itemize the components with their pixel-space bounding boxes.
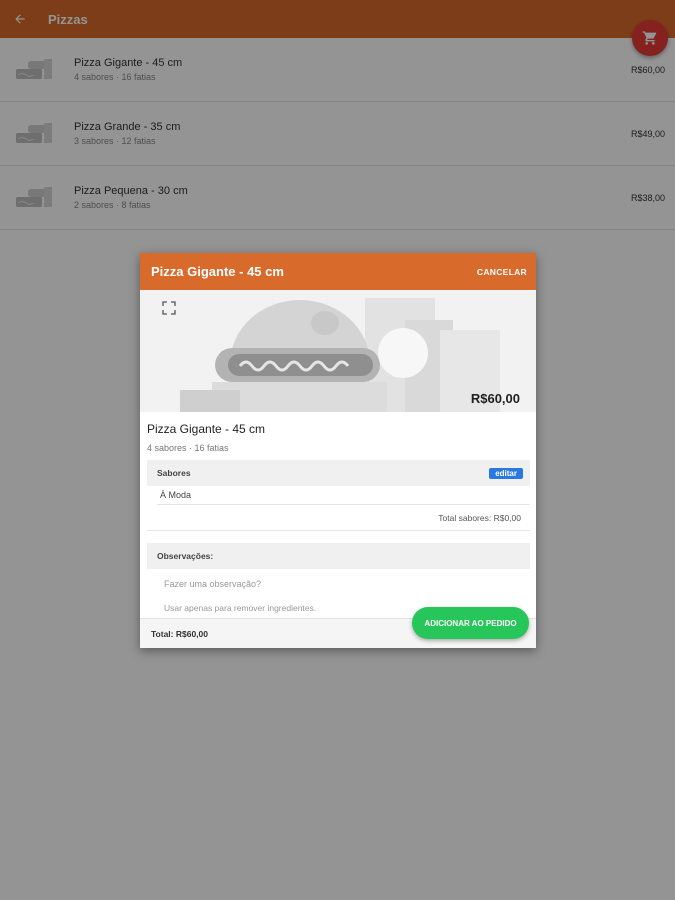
expand-icon[interactable] [162, 301, 176, 315]
cancel-button[interactable]: CANCELAR [477, 267, 527, 277]
flavors-section: Sabores editar À Moda Total sabores: R$0… [147, 460, 530, 531]
notes-section: Observações: Fazer uma observação? Usar … [147, 543, 530, 613]
flavor-item: À Moda [157, 486, 530, 505]
dialog-title: Pizza Gigante - 45 cm [151, 264, 284, 279]
flavors-title: Sabores [157, 468, 191, 478]
notes-header: Observações: [147, 543, 530, 569]
flavors-total: Total sabores: R$0,00 [147, 505, 530, 531]
banner-price: R$60,00 [470, 391, 520, 406]
add-to-order-button[interactable]: ADICIONAR AO PEDIDO [412, 607, 529, 639]
dialog-header: Pizza Gigante - 45 cm CANCELAR [140, 253, 536, 290]
notes-title: Observações: [157, 551, 214, 561]
notes-input[interactable]: Fazer uma observação? [147, 569, 530, 599]
product-dialog: Pizza Gigante - 45 cm CANCELAR R$60,00 P… [140, 253, 536, 648]
order-total: Total: R$60,00 [151, 628, 209, 639]
product-name: Pizza Gigante - 45 cm [147, 422, 266, 436]
edit-flavors-button[interactable]: editar [489, 467, 523, 479]
product-description: 4 sabores · 16 fatias [147, 443, 229, 453]
product-image: R$60,00 [140, 290, 536, 412]
flavors-header: Sabores editar [147, 460, 530, 486]
